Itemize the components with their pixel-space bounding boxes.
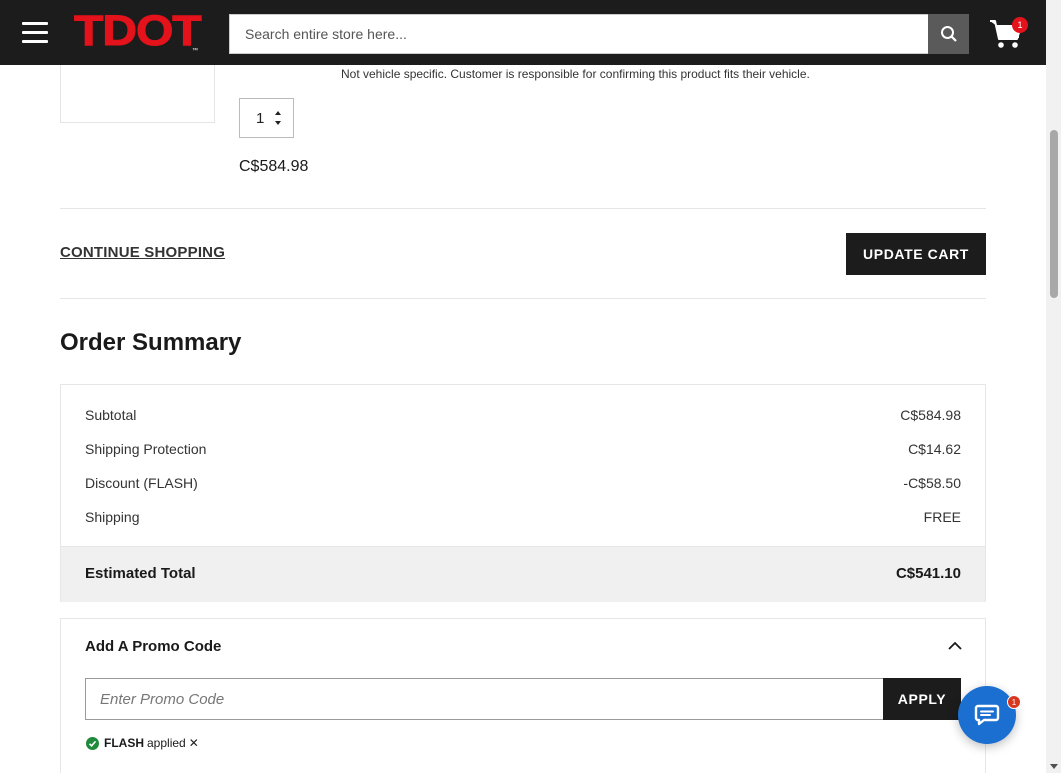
summary-row-shipping: Shipping FREE: [85, 509, 961, 525]
summary-label: Shipping: [85, 509, 140, 525]
promo-code-title[interactable]: Add A Promo Code: [85, 638, 221, 655]
estimated-total-label: Estimated Total: [85, 565, 196, 582]
site-logo[interactable]: TDOT ™: [73, 9, 202, 54]
promo-code-input[interactable]: [85, 678, 884, 720]
search-button[interactable]: [928, 14, 969, 54]
estimated-total-value: C$541.10: [895, 565, 961, 582]
continue-shopping-link[interactable]: CONTINUE SHOPPING: [60, 244, 225, 261]
update-cart-button[interactable]: UPDATE CART: [846, 233, 986, 275]
summary-value: -C$58.50: [903, 475, 961, 491]
chat-notification-badge: 1: [1007, 695, 1021, 709]
applied-promo-code: FLASH: [104, 736, 144, 750]
divider: [60, 298, 986, 299]
order-summary-title: Order Summary: [60, 329, 242, 356]
cart-count-badge: 1: [1012, 17, 1028, 33]
summary-row-discount: Discount (FLASH) -C$58.50: [85, 475, 961, 491]
quantity-decrease-icon[interactable]: [275, 121, 281, 125]
summary-label: Discount (FLASH): [85, 475, 198, 491]
logo-text: TDOT: [73, 7, 202, 55]
scrollbar-thumb[interactable]: [1050, 130, 1058, 298]
estimated-total-row: Estimated Total C$541.10: [85, 565, 961, 582]
applied-promo-text: applied: [147, 736, 186, 750]
chat-widget-button[interactable]: [958, 686, 1016, 744]
summary-value: FREE: [923, 509, 961, 525]
search-bar: [229, 14, 969, 54]
promo-code-panel: Add A Promo Code APPLY FLASH applied ✕: [60, 618, 986, 773]
check-circle-icon: [86, 736, 99, 750]
quantity-increase-icon[interactable]: [275, 111, 281, 115]
order-summary-box: Subtotal C$584.98 Shipping Protection C$…: [60, 384, 986, 602]
chevron-up-icon[interactable]: [948, 639, 962, 653]
quantity-stepper[interactable]: 1: [239, 98, 294, 138]
item-price: C$584.98: [239, 158, 309, 175]
search-input[interactable]: [229, 14, 928, 54]
summary-value: C$584.98: [900, 407, 961, 423]
page-scrollbar[interactable]: [1046, 0, 1061, 773]
summary-row-subtotal: Subtotal C$584.98: [85, 407, 961, 423]
divider: [60, 208, 986, 209]
hamburger-menu-icon[interactable]: [22, 22, 48, 44]
scroll-down-arrow-icon[interactable]: [1050, 764, 1058, 769]
summary-value: C$14.62: [908, 441, 961, 457]
site-header: TDOT ™ 1: [0, 0, 1046, 65]
chat-bubble-icon: [974, 704, 1000, 726]
remove-promo-icon[interactable]: ✕: [189, 736, 199, 750]
fitment-note: Not vehicle specific. Customer is respon…: [341, 67, 810, 81]
quantity-value[interactable]: 1: [256, 110, 264, 127]
summary-label: Shipping Protection: [85, 441, 207, 457]
applied-promo-tag: FLASH applied ✕: [86, 736, 199, 750]
estimated-total-bar: Estimated Total C$541.10: [61, 546, 985, 602]
summary-label: Subtotal: [85, 407, 137, 423]
summary-row-shipping-protection: Shipping Protection C$14.62: [85, 441, 961, 457]
logo-trademark: ™: [192, 48, 198, 54]
search-icon: [940, 26, 957, 42]
apply-promo-button[interactable]: APPLY: [883, 678, 961, 720]
